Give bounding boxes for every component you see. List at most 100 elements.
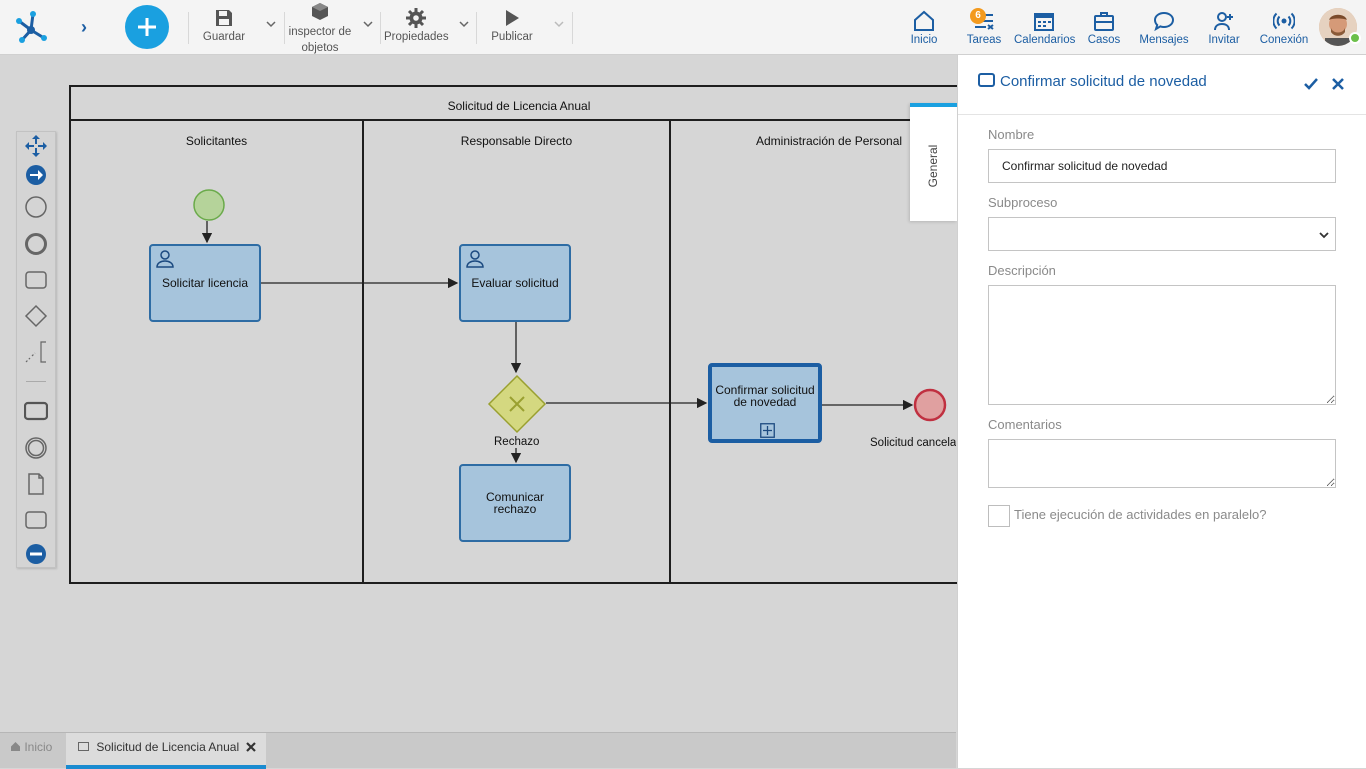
end-event[interactable] (913, 388, 947, 422)
description-label: Descripción (988, 263, 1056, 278)
divider (572, 12, 573, 44)
task-evaluate-request[interactable]: Evaluar solicitud (459, 244, 571, 322)
tab-home[interactable]: Inicio (0, 733, 64, 768)
publish-button[interactable]: Publicar (486, 4, 538, 52)
nav-tasks[interactable]: 6 Tareas (962, 8, 1006, 48)
nav-calendars[interactable]: Calendarios (1014, 8, 1075, 48)
lane-title: Responsable Directo (460, 134, 573, 148)
shape-palette (16, 131, 56, 568)
gateway-shape-icon[interactable] (24, 304, 48, 328)
tab-general[interactable]: General (910, 103, 957, 221)
add-user-icon (1214, 12, 1233, 31)
panel-title-text: Confirmar solicitud de novedad (1000, 73, 1207, 90)
broadcast-icon (1273, 12, 1295, 30)
online-status-dot (1349, 32, 1361, 44)
task-label: Solicitar licencia (161, 276, 249, 290)
save-dropdown-chevron-icon[interactable] (265, 18, 277, 30)
divider (958, 114, 1366, 115)
properties-label: Propiedades (384, 31, 449, 43)
tab-general-label: General (926, 144, 940, 188)
intermediate-event-icon[interactable] (24, 436, 48, 460)
nav-invite[interactable]: Invitar (1204, 8, 1244, 48)
nav-invite-label: Invitar (1208, 34, 1240, 46)
remove-icon[interactable] (24, 542, 48, 566)
confirm-check-icon[interactable] (1304, 77, 1318, 91)
top-toolbar: › Guardar inspector de objetos Propiedad… (0, 0, 1366, 55)
nav-connection-label: Conexión (1259, 34, 1309, 46)
tasks-badge: 6 (970, 8, 986, 24)
save-button[interactable]: Guardar (198, 4, 250, 52)
object-inspector-button[interactable]: inspector de objetos (286, 0, 354, 54)
name-label: Nombre (988, 127, 1035, 142)
subprocess-icon (978, 73, 995, 87)
process-icon (78, 742, 89, 751)
parallel-label: Tiene ejecución de actividades en parale… (1014, 507, 1267, 522)
gateway-label: Rechazo (494, 436, 540, 448)
divider (26, 381, 46, 382)
add-button[interactable] (125, 5, 169, 49)
properties-panel: Confirmar solicitud de novedad Nombre Su… (957, 55, 1366, 768)
expand-menu-chevron-icon[interactable]: › (76, 16, 92, 38)
home-icon (11, 742, 20, 751)
save-icon (216, 10, 232, 26)
chat-bubble-icon (1153, 11, 1175, 32)
properties-dropdown-chevron-icon[interactable] (458, 18, 470, 30)
task-communicate-rejection[interactable]: Comunicar rechazo (459, 464, 571, 542)
end-event-label: Solicitud cancela (870, 437, 956, 449)
nav-cases[interactable]: Casos (1084, 8, 1124, 48)
move-icon[interactable] (24, 134, 48, 158)
expand-subprocess-icon[interactable] (760, 423, 775, 438)
nav-home[interactable]: Inicio (904, 8, 944, 48)
task-request-leave[interactable]: Solicitar licencia (149, 244, 261, 322)
exclusive-gateway[interactable] (487, 374, 547, 434)
end-event-icon[interactable] (24, 232, 48, 256)
publish-label: Publicar (491, 31, 533, 43)
task-shape-icon[interactable] (24, 268, 48, 292)
nav-connection[interactable]: Conexión (1258, 8, 1310, 48)
task-label-line2: de novedad (733, 395, 797, 409)
properties-button[interactable]: Propiedades (384, 4, 449, 52)
nav-messages[interactable]: Mensajes (1138, 8, 1190, 48)
user-task-icon (156, 250, 174, 268)
parallel-checkbox[interactable] (988, 505, 1010, 527)
description-textarea[interactable] (988, 285, 1336, 405)
annotation-icon[interactable] (24, 340, 48, 364)
tab-home-label: Inicio (24, 740, 53, 754)
subprocess-select[interactable] (988, 217, 1336, 251)
close-tab-icon[interactable] (246, 742, 256, 752)
pool-title: Solicitud de Licencia Anual (71, 87, 967, 121)
tab-process-label: Solicitud de Licencia Anual (96, 740, 240, 754)
publish-dropdown-chevron-icon[interactable] (553, 18, 565, 30)
subprocess-shape-icon[interactable] (24, 399, 48, 423)
lane-title: Solicitantes (185, 134, 248, 148)
divider (284, 12, 285, 44)
start-event-icon[interactable] (24, 195, 48, 219)
group-shape-icon[interactable] (24, 508, 48, 532)
start-event[interactable] (193, 189, 227, 223)
tab-process[interactable]: Solicitud de Licencia Anual (66, 733, 266, 769)
task-label-line2: rechazo (493, 502, 537, 516)
data-object-icon[interactable] (24, 472, 48, 496)
comments-textarea[interactable] (988, 439, 1336, 488)
nav-cases-label: Casos (1087, 34, 1121, 46)
subprocess-confirm-request[interactable]: Confirmar solicitud de novedad (708, 363, 822, 443)
name-input[interactable] (988, 149, 1336, 183)
comments-label: Comentarios (988, 417, 1062, 432)
app-logo-icon[interactable] (12, 8, 50, 46)
gear-icon (406, 8, 426, 28)
divider (476, 12, 477, 44)
calendar-icon (1034, 13, 1054, 31)
home-icon (914, 10, 934, 31)
task-label: Evaluar solicitud (471, 276, 559, 290)
play-icon (506, 10, 519, 26)
user-task-icon (466, 250, 484, 268)
nav-messages-label: Mensajes (1139, 34, 1189, 46)
cube-icon (312, 3, 328, 20)
divider (188, 12, 189, 44)
inspector-dropdown-chevron-icon[interactable] (362, 18, 374, 30)
inspector-label-line2: objetos (301, 42, 339, 54)
save-label: Guardar (202, 31, 246, 43)
subprocess-label: Subproceso (988, 195, 1058, 210)
close-icon[interactable] (1331, 77, 1345, 91)
connector-arrow-icon[interactable] (24, 163, 48, 187)
